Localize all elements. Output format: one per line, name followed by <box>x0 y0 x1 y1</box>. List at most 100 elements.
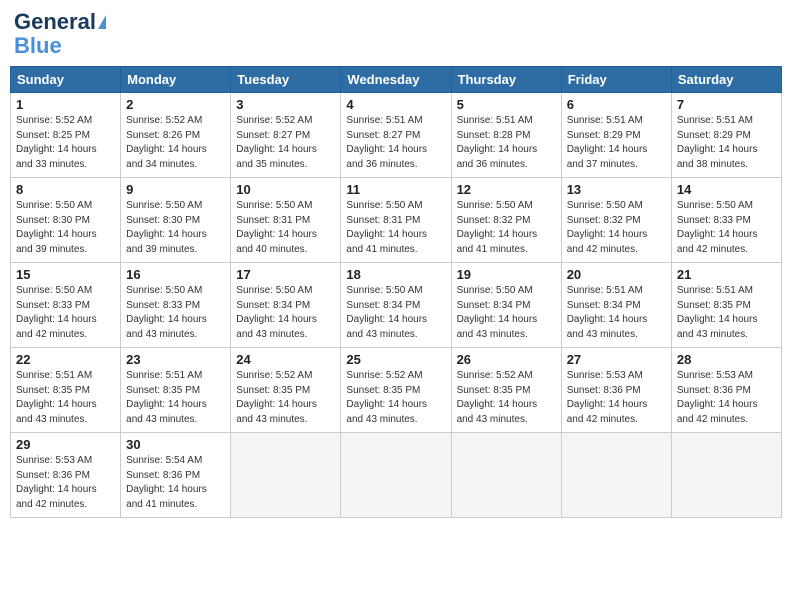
day-number: 16 <box>126 267 225 282</box>
col-header-monday: Monday <box>121 67 231 93</box>
day-cell-16: 16 Sunrise: 5:50 AMSunset: 8:33 PMDayligh… <box>121 263 231 348</box>
day-info: Sunrise: 5:50 AMSunset: 8:34 PMDaylight:… <box>236 284 335 342</box>
day-cell-1: 1Sunrise: 5:52 AMSunset: 8:25 PMDaylight… <box>11 93 121 178</box>
day-cell-empty <box>341 433 451 518</box>
logo-text-general: General <box>14 10 96 34</box>
day-info: Sunrise: 5:53 AMSunset: 8:36 PMDaylight:… <box>677 369 776 427</box>
day-cell-3: 3Sunrise: 5:52 AMSunset: 8:27 PMDaylight… <box>231 93 341 178</box>
day-info: Sunrise: 5:51 AMSunset: 8:35 PMDaylight:… <box>16 369 115 427</box>
day-cell-empty <box>451 433 561 518</box>
week-row-6: 29 Sunrise: 5:53 AMSunset: 8:36 PMDayligh… <box>11 433 782 518</box>
day-info: Sunrise: 5:50 AMSunset: 8:31 PMDaylight:… <box>346 199 445 257</box>
day-cell-6: 6 Sunrise: 5:51 AMSunset: 8:29 PMDaylight… <box>561 93 671 178</box>
day-info: Sunrise: 5:50 AMSunset: 8:32 PMDaylight:… <box>457 199 556 257</box>
day-info: Sunrise: 5:52 AMSunset: 8:26 PMDaylight:… <box>126 114 225 172</box>
day-number: 26 <box>457 352 556 367</box>
week-row-1: 1Sunrise: 5:52 AMSunset: 8:25 PMDaylight… <box>11 93 782 178</box>
day-number: 5 <box>457 97 556 112</box>
day-info: Sunrise: 5:52 AMSunset: 8:27 PMDaylight:… <box>236 114 335 172</box>
week-row-3: 15 Sunrise: 5:50 AMSunset: 8:33 PMDayligh… <box>11 263 782 348</box>
calendar-header-row: SundayMondayTuesdayWednesdayThursdayFrid… <box>11 67 782 93</box>
day-number: 19 <box>457 267 556 282</box>
day-info: Sunrise: 5:50 AMSunset: 8:31 PMDaylight:… <box>236 199 335 257</box>
day-info: Sunrise: 5:50 AMSunset: 8:30 PMDaylight:… <box>16 199 115 257</box>
day-cell-12: 12 Sunrise: 5:50 AMSunset: 8:32 PMDayligh… <box>451 178 561 263</box>
col-header-tuesday: Tuesday <box>231 67 341 93</box>
day-cell-22: 22 Sunrise: 5:51 AMSunset: 8:35 PMDayligh… <box>11 348 121 433</box>
day-cell-10: 10 Sunrise: 5:50 AMSunset: 8:31 PMDayligh… <box>231 178 341 263</box>
day-number: 6 <box>567 97 666 112</box>
day-info: Sunrise: 5:50 AMSunset: 8:33 PMDaylight:… <box>16 284 115 342</box>
day-number: 18 <box>346 267 445 282</box>
day-cell-empty <box>671 433 781 518</box>
day-number: 20 <box>567 267 666 282</box>
day-number: 1 <box>16 97 115 112</box>
day-info: Sunrise: 5:51 AMSunset: 8:35 PMDaylight:… <box>677 284 776 342</box>
day-info: Sunrise: 5:50 AMSunset: 8:33 PMDaylight:… <box>126 284 225 342</box>
day-cell-21: 21 Sunrise: 5:51 AMSunset: 8:35 PMDayligh… <box>671 263 781 348</box>
day-info: Sunrise: 5:53 AMSunset: 8:36 PMDaylight:… <box>567 369 666 427</box>
day-info: Sunrise: 5:51 AMSunset: 8:35 PMDaylight:… <box>126 369 225 427</box>
day-number: 7 <box>677 97 776 112</box>
day-cell-empty <box>561 433 671 518</box>
day-number: 10 <box>236 182 335 197</box>
day-cell-28: 28 Sunrise: 5:53 AMSunset: 8:36 PMDayligh… <box>671 348 781 433</box>
week-row-2: 8 Sunrise: 5:50 AMSunset: 8:30 PMDaylight… <box>11 178 782 263</box>
day-cell-26: 26 Sunrise: 5:52 AMSunset: 8:35 PMDayligh… <box>451 348 561 433</box>
col-header-wednesday: Wednesday <box>341 67 451 93</box>
day-info: Sunrise: 5:53 AMSunset: 8:36 PMDaylight:… <box>16 454 115 512</box>
week-row-4: 22 Sunrise: 5:51 AMSunset: 8:35 PMDayligh… <box>11 348 782 433</box>
day-info: Sunrise: 5:51 AMSunset: 8:29 PMDaylight:… <box>677 114 776 172</box>
day-cell-30: 30Sunrise: 5:54 AMSunset: 8:36 PMDayligh… <box>121 433 231 518</box>
logo: General Blue <box>14 10 106 58</box>
day-cell-11: 11 Sunrise: 5:50 AMSunset: 8:31 PMDayligh… <box>341 178 451 263</box>
day-cell-23: 23 Sunrise: 5:51 AMSunset: 8:35 PMDayligh… <box>121 348 231 433</box>
day-number: 14 <box>677 182 776 197</box>
day-cell-2: 2Sunrise: 5:52 AMSunset: 8:26 PMDaylight… <box>121 93 231 178</box>
day-cell-20: 20 Sunrise: 5:51 AMSunset: 8:34 PMDayligh… <box>561 263 671 348</box>
day-number: 24 <box>236 352 335 367</box>
day-cell-empty <box>231 433 341 518</box>
day-info: Sunrise: 5:52 AMSunset: 8:35 PMDaylight:… <box>346 369 445 427</box>
col-header-sunday: Sunday <box>11 67 121 93</box>
day-info: Sunrise: 5:50 AMSunset: 8:34 PMDaylight:… <box>346 284 445 342</box>
day-number: 4 <box>346 97 445 112</box>
day-info: Sunrise: 5:50 AMSunset: 8:34 PMDaylight:… <box>457 284 556 342</box>
day-cell-4: 4 Sunrise: 5:51 AMSunset: 8:27 PMDaylight… <box>341 93 451 178</box>
day-info: Sunrise: 5:51 AMSunset: 8:34 PMDaylight:… <box>567 284 666 342</box>
day-cell-17: 17Sunrise: 5:50 AMSunset: 8:34 PMDayligh… <box>231 263 341 348</box>
day-cell-7: 7 Sunrise: 5:51 AMSunset: 8:29 PMDaylight… <box>671 93 781 178</box>
day-number: 11 <box>346 182 445 197</box>
day-number: 28 <box>677 352 776 367</box>
day-number: 8 <box>16 182 115 197</box>
day-number: 12 <box>457 182 556 197</box>
day-number: 13 <box>567 182 666 197</box>
day-info: Sunrise: 5:51 AMSunset: 8:29 PMDaylight:… <box>567 114 666 172</box>
day-cell-14: 14 Sunrise: 5:50 AMSunset: 8:33 PMDayligh… <box>671 178 781 263</box>
day-info: Sunrise: 5:52 AMSunset: 8:35 PMDaylight:… <box>457 369 556 427</box>
day-cell-13: 13 Sunrise: 5:50 AMSunset: 8:32 PMDayligh… <box>561 178 671 263</box>
day-info: Sunrise: 5:51 AMSunset: 8:27 PMDaylight:… <box>346 114 445 172</box>
day-number: 15 <box>16 267 115 282</box>
day-cell-27: 27 Sunrise: 5:53 AMSunset: 8:36 PMDayligh… <box>561 348 671 433</box>
day-number: 22 <box>16 352 115 367</box>
day-info: Sunrise: 5:54 AMSunset: 8:36 PMDaylight:… <box>126 454 225 512</box>
day-info: Sunrise: 5:50 AMSunset: 8:32 PMDaylight:… <box>567 199 666 257</box>
day-number: 23 <box>126 352 225 367</box>
day-info: Sunrise: 5:52 AMSunset: 8:35 PMDaylight:… <box>236 369 335 427</box>
day-number: 27 <box>567 352 666 367</box>
page-header: General Blue <box>10 10 782 58</box>
col-header-saturday: Saturday <box>671 67 781 93</box>
day-cell-8: 8 Sunrise: 5:50 AMSunset: 8:30 PMDaylight… <box>11 178 121 263</box>
day-number: 9 <box>126 182 225 197</box>
col-header-friday: Friday <box>561 67 671 93</box>
day-cell-5: 5Sunrise: 5:51 AMSunset: 8:28 PMDaylight… <box>451 93 561 178</box>
col-header-thursday: Thursday <box>451 67 561 93</box>
day-cell-19: 19 Sunrise: 5:50 AMSunset: 8:34 PMDayligh… <box>451 263 561 348</box>
day-number: 29 <box>16 437 115 452</box>
logo-text-blue: Blue <box>14 34 62 58</box>
day-info: Sunrise: 5:50 AMSunset: 8:33 PMDaylight:… <box>677 199 776 257</box>
day-cell-29: 29 Sunrise: 5:53 AMSunset: 8:36 PMDayligh… <box>11 433 121 518</box>
day-number: 21 <box>677 267 776 282</box>
day-cell-25: 25Sunrise: 5:52 AMSunset: 8:35 PMDayligh… <box>341 348 451 433</box>
